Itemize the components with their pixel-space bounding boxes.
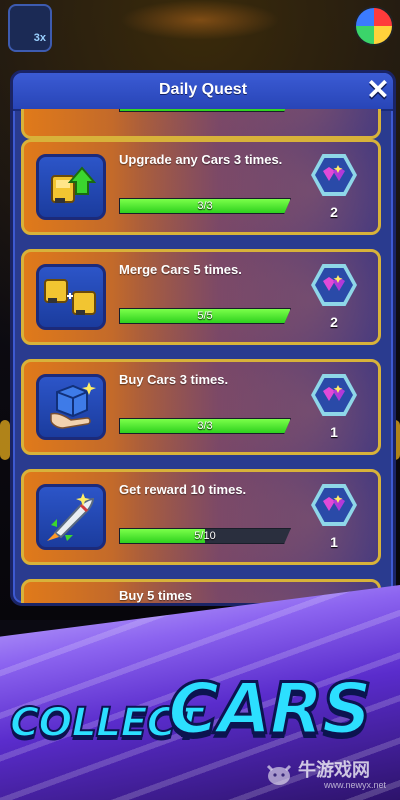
reward-count: 2	[330, 204, 338, 220]
close-button[interactable]: ✕	[365, 75, 391, 105]
gem-stars-icon	[323, 165, 345, 181]
rocket-icon	[36, 484, 106, 550]
quest-list[interactable]: Upgrade any Cars 3 times. 3/3 2 Merge Ca…	[13, 109, 393, 603]
quest-description: Buy Cars 3 times.	[119, 372, 229, 387]
buy-cube-icon	[36, 374, 106, 440]
quest-card-partial-top	[21, 109, 381, 139]
quest-card: Get reward 10 times. 5/10 1	[21, 469, 381, 565]
multiplier-badge[interactable]: 3x	[8, 4, 52, 52]
reward-count: 2	[330, 314, 338, 330]
reward-count: 1	[330, 424, 338, 440]
gem-stars-icon	[323, 385, 345, 401]
quest-card: Upgrade any Cars 3 times. 3/3 2	[21, 139, 381, 235]
truck-upgrade-icon	[36, 154, 106, 220]
promo-title-cars: CARS	[167, 667, 374, 752]
progress-label: 3/3	[197, 200, 213, 212]
progress-bar: 3/3	[119, 418, 291, 434]
progress-label: 5/10	[194, 530, 216, 542]
reward-count: 1	[330, 534, 338, 550]
site-watermark: 牛游戏网 www.newyx.net	[262, 754, 396, 794]
merge-trucks-icon	[36, 264, 106, 330]
progress-bar	[119, 109, 291, 112]
multiplier-badge-text: 3x	[33, 32, 46, 44]
progress-bar: 3/3	[119, 198, 291, 214]
quest-description: Merge Cars 5 times.	[119, 262, 242, 277]
quest-card: Buy Cars 3 times. 3/3 1	[21, 359, 381, 455]
progress-bar: 5/5	[119, 308, 291, 324]
quest-description: Get reward 10 times.	[119, 482, 247, 497]
popup-title: Daily Quest	[158, 81, 248, 98]
lucky-wheel-icon[interactable]	[354, 6, 394, 46]
progress-bar: 5/10	[119, 528, 291, 544]
gem-stars-icon	[323, 495, 345, 511]
popup-header: Daily Quest ✕	[13, 73, 393, 111]
progress-label: 3/3	[197, 420, 213, 432]
progress-label: 5/5	[197, 310, 213, 322]
quest-description: Upgrade any Cars 3 times.	[119, 152, 283, 167]
quest-card: Merge Cars 5 times. 5/5 2	[21, 249, 381, 345]
watermark-text: 牛游戏网	[298, 760, 370, 780]
background-glow	[120, 0, 280, 40]
gem-stars-icon	[323, 275, 345, 291]
watermark-url: www.newyx.net	[324, 780, 387, 790]
side-edge-glow	[0, 420, 10, 460]
daily-quest-popup: Daily Quest ✕ Upgrade any Cars 3 times.	[10, 70, 396, 606]
cow-logo-icon	[266, 764, 292, 785]
